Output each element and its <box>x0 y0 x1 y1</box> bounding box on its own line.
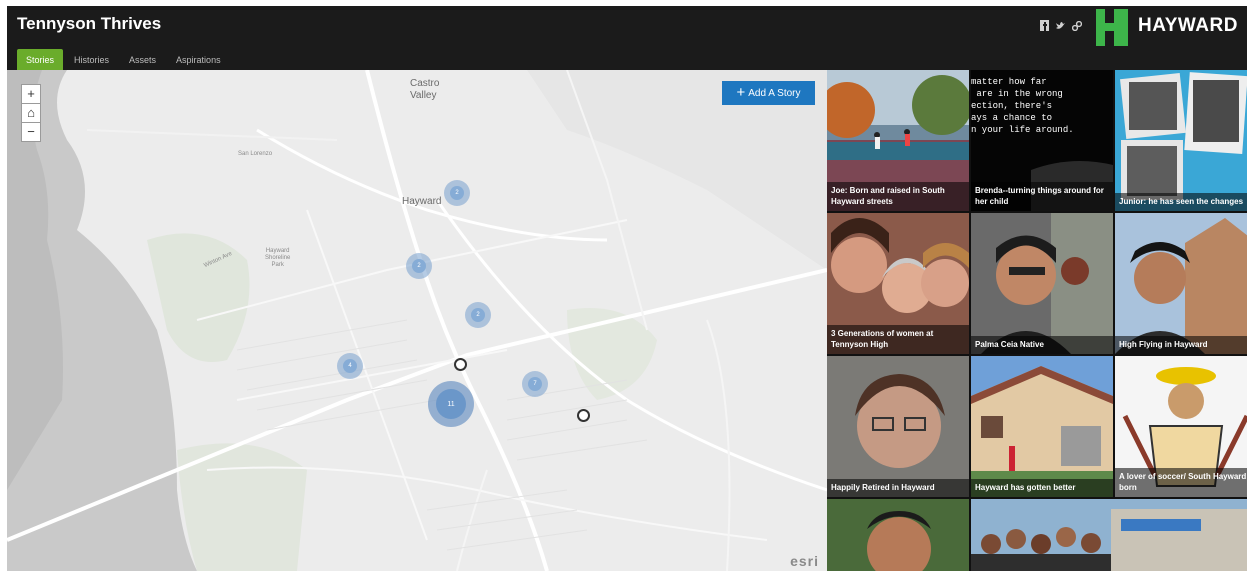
story-cluster[interactable]: 4 <box>337 353 363 379</box>
story-photo <box>971 499 1247 571</box>
link-icon[interactable] <box>1071 20 1083 34</box>
story-pin[interactable] <box>454 358 467 371</box>
story-map[interactable]: + ⌂ − + Add A Story Castro Valley Hayward… <box>7 70 827 571</box>
tab-stories[interactable]: Stories <box>17 49 64 70</box>
story-caption: Brenda--turning things around for her ch… <box>971 182 1113 211</box>
story-quote: matter how far are in the wrong ection, … <box>971 77 1074 135</box>
app-title: Tennyson Thrives <box>17 14 162 33</box>
story-tile[interactable]: Joe: Born and raised in South Hayward st… <box>827 70 969 211</box>
app-header: Tennyson Thrives HAYWARD <box>7 6 1247 48</box>
hayward-logo-icon <box>1096 9 1128 46</box>
story-cluster[interactable]: 2 <box>465 302 491 328</box>
add-story-label: Add A Story <box>748 88 801 99</box>
tab-assets[interactable]: Assets <box>120 49 165 70</box>
cluster-count: 2 <box>412 259 426 273</box>
story-caption: Junior: he has seen the changes <box>1115 193 1247 211</box>
add-story-button[interactable]: + Add A Story <box>722 81 815 105</box>
story-tile[interactable]: Palma Ceia Native <box>971 213 1113 354</box>
story-tile[interactable]: 3 Generations of women at Tennyson High <box>827 213 969 354</box>
story-photo <box>827 356 969 497</box>
story-tile[interactable]: Hayward has gotten better <box>971 356 1113 497</box>
story-tile[interactable]: Happily Retired in Hayward <box>827 356 969 497</box>
tab-bar: Stories Histories Assets Aspirations <box>7 48 837 70</box>
cluster-count: 7 <box>528 377 542 391</box>
social-links <box>1040 20 1083 34</box>
twitter-icon[interactable] <box>1055 20 1066 34</box>
map-basemap <box>7 70 827 571</box>
story-tile[interactable]: matter how far are in the wrong ection, … <box>971 70 1113 211</box>
story-cluster[interactable]: 2 <box>406 253 432 279</box>
story-cluster[interactable]: 2 <box>444 180 470 206</box>
story-tile[interactable] <box>971 499 1247 571</box>
story-tile[interactable]: A lover of soccer/ South Hayward born <box>1115 356 1247 497</box>
place-hayward-shoreline: Hayward Shoreline Park <box>265 248 291 268</box>
story-photo <box>1115 213 1247 354</box>
story-caption: Joe: Born and raised in South Hayward st… <box>827 182 969 211</box>
place-san-lorenzo: San Lorenzo <box>238 151 273 157</box>
story-caption: A lover of soccer/ South Hayward born <box>1115 468 1247 497</box>
story-caption: Happily Retired in Hayward <box>827 479 969 497</box>
tab-aspirations[interactable]: Aspirations <box>167 49 230 70</box>
zoom-in-button[interactable]: + <box>21 84 41 104</box>
plus-icon: + <box>736 84 746 101</box>
story-tile[interactable]: Junior: he has seen the changes <box>1115 70 1247 211</box>
place-hayward: Hayward <box>402 196 442 207</box>
cluster-count: 4 <box>343 359 357 373</box>
cluster-count: 2 <box>450 186 464 200</box>
hayward-logo-text: HAYWARD <box>1138 15 1238 36</box>
cluster-count: 2 <box>471 308 485 322</box>
story-grid: Joe: Born and raised in South Hayward st… <box>827 70 1247 571</box>
esri-attribution: esri <box>790 553 819 569</box>
story-tile[interactable]: High Flying in Hayward <box>1115 213 1247 354</box>
place-castro-valley: Castro Valley <box>410 78 440 101</box>
story-pin[interactable] <box>577 409 590 422</box>
story-caption: 3 Generations of women at Tennyson High <box>827 325 969 354</box>
story-caption: Hayward has gotten better <box>971 479 1113 497</box>
home-button[interactable]: ⌂ <box>21 103 41 123</box>
story-caption: Palma Ceia Native <box>971 336 1113 354</box>
story-photo <box>971 213 1113 354</box>
story-photo <box>971 356 1113 497</box>
app-window: Tennyson Thrives HAYWARD Stories Histori… <box>7 6 1247 571</box>
story-cluster[interactable]: 7 <box>522 371 548 397</box>
story-photo <box>1115 70 1247 211</box>
cluster-count: 11 <box>436 389 466 419</box>
story-caption: High Flying in Hayward <box>1115 336 1247 354</box>
tab-histories[interactable]: Histories <box>65 49 118 70</box>
facebook-icon[interactable] <box>1040 20 1049 34</box>
story-cluster-large[interactable]: 11 <box>428 381 474 427</box>
story-photo <box>827 499 969 571</box>
story-tile[interactable] <box>827 499 969 571</box>
zoom-out-button[interactable]: − <box>21 122 41 142</box>
